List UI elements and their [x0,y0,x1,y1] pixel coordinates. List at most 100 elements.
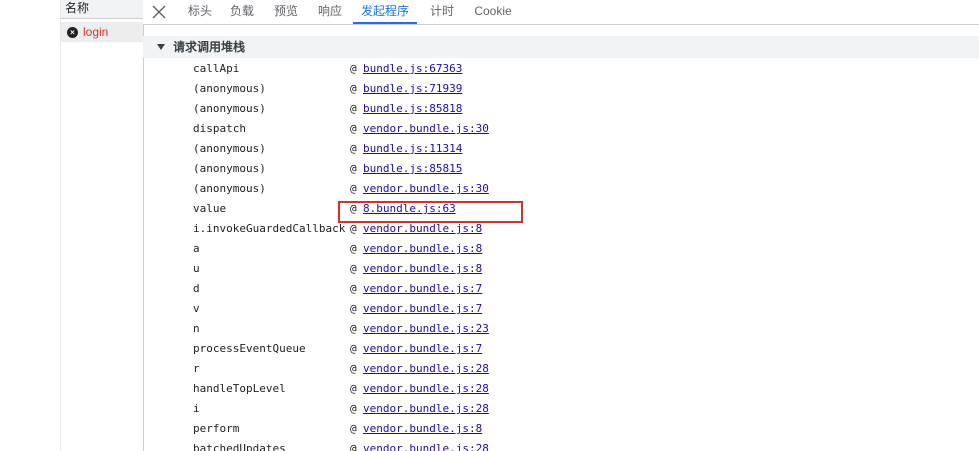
stack-frame: dispatch @ vendor.bundle.js:30 [193,119,973,139]
tab-initiator[interactable]: 发起程序 [353,0,417,24]
frame-function-name: (anonymous) [193,162,266,175]
stack-frame: a @ vendor.bundle.js:8 [193,239,973,259]
frame-source-link[interactable]: vendor.bundle.js:7 [363,279,482,299]
stack-frame: perform @ vendor.bundle.js:8 [193,419,973,439]
tab-preview[interactable]: 预览 [271,0,301,24]
frame-function-name: (anonymous) [193,142,266,155]
close-icon[interactable] [151,4,167,20]
frame-at-sign: @ [350,82,357,95]
stack-frame: callApi @ bundle.js:67363 [193,59,973,79]
frame-at-sign: @ [350,302,357,315]
stack-frame: d @ vendor.bundle.js:7 [193,279,973,299]
tab-timing[interactable]: 计时 [427,0,457,24]
request-list: 名称 × login [60,0,144,451]
stack-frame: r @ vendor.bundle.js:28 [193,359,973,379]
frame-function-name: (anonymous) [193,82,266,95]
frame-at-sign: @ [350,342,357,355]
request-row-login[interactable]: × login [61,22,143,42]
stack-frame: i @ vendor.bundle.js:28 [193,399,973,419]
stack-frame: (anonymous) @ bundle.js:71939 [193,79,973,99]
frame-at-sign: @ [350,162,357,175]
frame-at-sign: @ [350,202,357,215]
section-title: 请求调用堆栈 [173,40,246,54]
tab-response[interactable]: 响应 [315,0,345,24]
request-name: login [83,25,109,39]
frame-function-name: (anonymous) [193,182,266,195]
stack-frame: handleTopLevel @ vendor.bundle.js:28 [193,379,973,399]
frame-function-name: n [193,322,200,335]
frame-at-sign: @ [350,322,357,335]
frame-at-sign: @ [350,102,357,115]
frame-function-name: i [193,402,200,415]
stack-frame: value @8.bundle.js:63 [193,199,973,219]
stack-frame: processEventQueue @ vendor.bundle.js:7 [193,339,973,359]
tab-cookies[interactable]: Cookie [471,0,515,24]
frame-at-sign: @ [350,442,357,451]
frame-at-sign: @ [350,142,357,155]
frame-at-sign: @ [350,182,357,195]
frame-function-name: (anonymous) [193,102,266,115]
frame-function-name: callApi [193,62,240,75]
frame-source-link[interactable]: bundle.js:85815 [363,159,462,179]
stack-frame: batchedUpdates @ vendor.bundle.js:28 [193,439,973,451]
tab-headers[interactable]: 标头 [185,0,215,24]
frame-source-link[interactable]: vendor.bundle.js:28 [363,379,489,399]
frame-source-link[interactable]: vendor.bundle.js:7 [363,299,482,319]
frame-function-name: i.invokeGuardedCallback [193,222,346,235]
stack-frame: v @ vendor.bundle.js:7 [193,299,973,319]
frame-function-name: u [193,262,200,275]
frame-source-link[interactable]: vendor.bundle.js:30 [363,179,489,199]
frame-function-name: handleTopLevel [193,382,286,395]
frame-function-name: batchedUpdates [193,442,286,451]
error-icon: × [67,26,78,38]
stack-frame: (anonymous) @ bundle.js:85815 [193,159,973,179]
triangle-down-icon [157,44,165,50]
frame-function-name: r [193,362,200,375]
frame-at-sign: @ [350,402,357,415]
frame-function-name: a [193,242,200,255]
frame-at-sign: @ [350,262,357,275]
frame-at-sign: @ [350,422,357,435]
frame-source-link[interactable]: vendor.bundle.js:23 [363,319,489,339]
frame-source-link[interactable]: vendor.bundle.js:8 [363,259,482,279]
stack-frame: u @ vendor.bundle.js:8 [193,259,973,279]
frame-source-link[interactable]: bundle.js:67363 [363,59,462,79]
tab-payload[interactable]: 负载 [227,0,257,24]
frame-function-name: processEventQueue [193,342,306,355]
stack-frame: (anonymous) @ bundle.js:11314 [193,139,973,159]
frame-function-name: value [193,202,227,215]
frame-source-link[interactable]: bundle.js:11314 [363,139,462,159]
left-gutter [0,0,60,451]
frame-function-name: d [193,282,200,295]
request-list-header[interactable]: 名称 [61,0,143,19]
stack-frame: n @ vendor.bundle.js:23 [193,319,973,339]
devtools-network-panel: 名称 × login 标头 负载 预览 响应 发起程序 计时 Cookie 请求… [0,0,979,451]
frame-source-link[interactable]: vendor.bundle.js:30 [363,119,489,139]
call-stack-frames: callApi @ bundle.js:67363 (anonymous) @ bundl… [193,59,973,451]
frame-at-sign: @ [350,242,357,255]
details-tabbar: 标头 负载 预览 响应 发起程序 计时 Cookie [143,0,979,25]
frame-at-sign: @ [350,282,357,295]
frame-function-name: perform [193,422,240,435]
frame-source-link[interactable]: 8.bundle.js:63 [363,199,456,219]
frame-source-link[interactable]: bundle.js:71939 [363,79,462,99]
frame-function-name: v [193,302,200,315]
call-stack-section-header[interactable]: 请求调用堆栈 [143,36,979,58]
frame-at-sign: @ [350,62,357,75]
frame-source-link[interactable]: vendor.bundle.js:28 [363,359,489,379]
frame-source-link[interactable]: vendor.bundle.js:8 [363,239,482,259]
frame-source-link[interactable]: bundle.js:85818 [363,99,462,119]
frame-source-link[interactable]: vendor.bundle.js:28 [363,439,489,451]
stack-frame: (anonymous) @ vendor.bundle.js:30 [193,179,973,199]
frame-at-sign: @ [350,222,357,235]
frame-at-sign: @ [350,382,357,395]
frame-at-sign: @ [350,362,357,375]
frame-source-link[interactable]: vendor.bundle.js:8 [363,419,482,439]
frame-function-name: dispatch [193,122,246,135]
frame-source-link[interactable]: vendor.bundle.js:28 [363,399,489,419]
frame-source-link[interactable]: vendor.bundle.js:7 [363,339,482,359]
stack-frame: (anonymous) @ bundle.js:85818 [193,99,973,119]
frame-at-sign: @ [350,122,357,135]
frame-source-link[interactable]: vendor.bundle.js:8 [363,219,482,239]
stack-frame: i.invokeGuardedCallback @ vendor.bundle.js… [193,219,973,239]
